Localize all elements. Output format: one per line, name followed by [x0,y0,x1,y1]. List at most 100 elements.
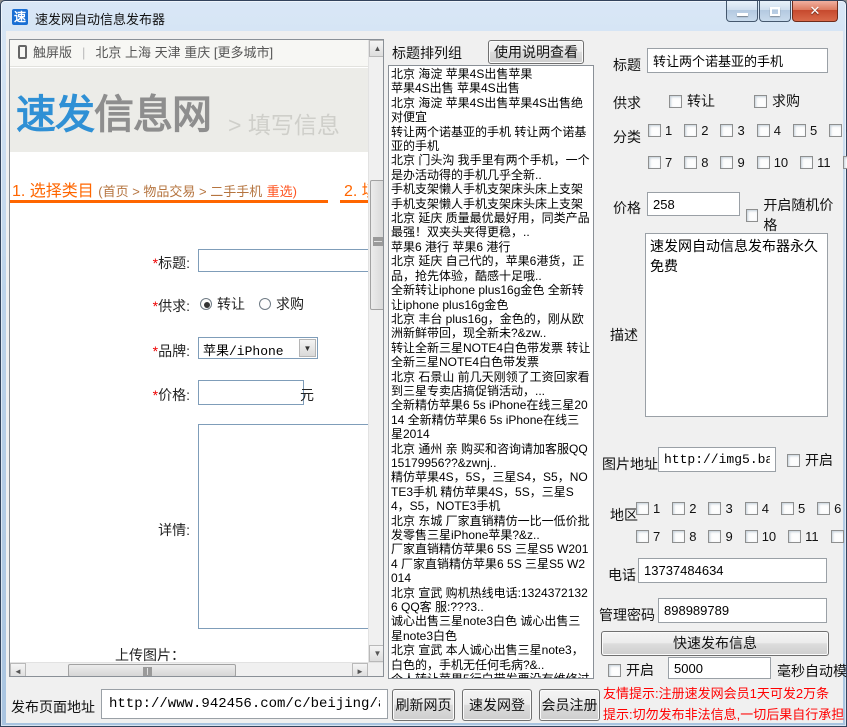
scroll-down-icon[interactable]: ▼ [369,645,384,662]
category-checkbox[interactable]: 4 [757,123,781,138]
checkbox-icon[interactable] [831,530,844,543]
area-checkbox[interactable]: 10 [745,529,776,544]
auto-mode-checkbox[interactable]: 开启 [608,660,654,680]
checkbox-icon[interactable] [708,530,721,543]
list-item[interactable]: 北京 海淀 苹果4S出售苹果4S出售绝对便宜 [391,96,591,125]
refresh-page-button[interactable]: 刷新网页 [392,689,455,721]
title-bar[interactable]: 速 速发网自动信息发布器 ✕ [1,1,846,31]
list-item[interactable]: 全新精仿苹果6 5s iPhone在线三星2014 全新精仿苹果6 5s iPh… [391,398,591,441]
checkbox-icon[interactable] [669,95,682,108]
browser-horizontal-scrollbar[interactable]: ◄ ► [10,662,384,677]
form-detail-textarea[interactable] [198,424,371,629]
list-item[interactable]: 北京 延庆 自己代的，苹果6港货，正品，抢先体验，酷感十足哦.. [391,254,591,283]
right-desc-textarea[interactable]: 速发网自动信息发布器永久免费 [645,233,828,417]
list-item[interactable]: 北京 东城 厂家直销精仿一比一低价批发零售三星iPhone苹果?&z.. [391,514,591,543]
checkbox-icon[interactable] [708,502,721,515]
list-item[interactable]: 转让全新三星NOTE4白色带发票 转让全新三星NOTE4白色带发票 [391,341,591,370]
form-price-input[interactable] [198,380,304,405]
list-item[interactable]: 精仿苹果4S，5S，三星S4，S5，NOTE3手机 精仿苹果4S，5S，三星S4… [391,470,591,513]
category-checkbox[interactable]: 6 [829,123,847,138]
category-checkbox[interactable]: 5 [793,123,817,138]
list-item[interactable]: 诚心出售三星note3白色 诚心出售三星note3白色 [391,614,591,643]
area-checkbox[interactable]: 1 [636,501,660,516]
interval-input[interactable] [668,657,771,679]
checkbox-icon[interactable] [746,209,758,222]
checkbox-icon[interactable] [636,530,649,543]
radio-transfer[interactable] [200,298,212,310]
form-title-input[interactable] [198,249,370,272]
title-listbox[interactable]: 北京 海淀 苹果4S出售苹果苹果4S出售 苹果4S出售北京 海淀 苹果4S出售苹… [388,65,594,679]
close-button[interactable]: ✕ [792,1,838,22]
touch-version-link[interactable]: 触屏版 [33,45,72,60]
checkbox-icon[interactable] [757,156,770,169]
category-checkbox[interactable]: 8 [684,155,708,170]
list-item[interactable]: 北京 宣武 购机热线电话:13243721326 QQ客 服:???3.. [391,586,591,615]
help-button[interactable]: 使用说明查看 [488,40,584,64]
category-checkbox[interactable]: 10 [757,155,788,170]
category-checkbox[interactable]: 1 [648,123,672,138]
horizontal-scroll-thumb[interactable] [68,664,236,677]
supply-transfer-checkbox[interactable]: 转让 [669,91,715,111]
area-checkbox[interactable]: 7 [636,529,660,544]
checkbox-icon[interactable] [720,156,733,169]
area-checkbox[interactable]: 11 [788,529,819,544]
list-item[interactable]: 手机支架懒人手机支架床头床上支架 手机支架懒人手机支架床头床上支架 [391,182,591,211]
checkbox-icon[interactable] [672,502,685,515]
reselect-link[interactable]: 重选) [267,184,297,199]
dropdown-arrow-icon[interactable]: ▼ [299,339,316,357]
list-item[interactable]: 全新转让iphone plus16g金色 全新转让iphone plus16g金… [391,283,591,312]
category-checkbox[interactable]: 12 [843,155,847,170]
checkbox-icon[interactable] [800,156,813,169]
checkbox-icon[interactable] [684,156,697,169]
list-item[interactable]: 个人转让苹果5行白带发票没有维修过外观有78成新便 个人转让苹果5行白带发票没有… [391,672,591,679]
checkbox-icon[interactable] [672,530,685,543]
login-button[interactable]: 速发网登录 [462,689,532,721]
area-checkbox[interactable]: 9 [708,529,732,544]
brand-dropdown[interactable]: 苹果/iPhone ▼ [198,337,318,359]
category-checkbox[interactable]: 11 [800,155,831,170]
image-url-input[interactable] [658,447,776,472]
browser-vertical-scrollbar[interactable]: ▲ ▼ [368,40,384,662]
city-links[interactable]: 北京 上海 天津 重庆 [更多城市] [95,45,273,60]
register-button[interactable]: 会员注册 [539,689,600,721]
checkbox-icon[interactable] [817,502,830,515]
checkbox-icon[interactable] [636,502,649,515]
checkbox-icon[interactable] [608,664,621,677]
area-checkbox[interactable]: 12 [831,529,847,544]
image-toggle-checkbox[interactable]: 开启 [787,450,833,470]
publish-url-input[interactable] [101,689,388,719]
checkbox-icon[interactable] [745,502,758,515]
checkbox-icon[interactable] [720,124,733,137]
checkbox-icon[interactable] [757,124,770,137]
checkbox-icon[interactable] [787,454,800,467]
area-checkbox[interactable]: 2 [672,501,696,516]
area-checkbox[interactable]: 3 [708,501,732,516]
maximize-button[interactable] [759,1,791,22]
checkbox-icon[interactable] [648,156,661,169]
category-checkbox[interactable]: 9 [720,155,744,170]
list-item[interactable]: 北京 海淀 苹果4S出售苹果 [391,67,591,81]
right-price-input[interactable] [647,192,740,216]
area-checkbox[interactable]: 5 [781,501,805,516]
phone-input[interactable] [638,558,827,583]
list-item[interactable]: 转让两个诺基亚的手机 转让两个诺基亚的手机 [391,125,591,154]
category-checkbox[interactable]: 2 [684,123,708,138]
checkbox-icon[interactable] [648,124,661,137]
checkbox-icon[interactable] [781,502,794,515]
category-checkbox[interactable]: 7 [648,155,672,170]
scroll-left-icon[interactable]: ◄ [10,663,26,677]
area-checkbox[interactable]: 8 [672,529,696,544]
random-price-checkbox[interactable]: 开启随机价格 [746,195,843,235]
minimize-button[interactable] [726,1,758,22]
checkbox-icon[interactable] [684,124,697,137]
category-checkbox[interactable]: 3 [720,123,744,138]
right-title-input[interactable] [647,48,828,73]
checkbox-icon[interactable] [829,124,842,137]
list-item[interactable]: 北京 宣武 本人诚心出售三星note3，白色的，手机无任何毛病?&.. [391,643,591,672]
radio-buy-label[interactable]: 求购 [276,294,304,314]
list-item[interactable]: 北京 丰台 plus16g，金色的，刚从欧洲新鲜带回，现全新未?&zw.. [391,312,591,341]
vertical-scroll-thumb[interactable] [370,180,384,310]
area-checkbox[interactable]: 6 [817,501,841,516]
list-item[interactable]: 苹果4S出售 苹果4S出售 [391,81,591,95]
radio-transfer-label[interactable]: 转让 [217,294,245,314]
